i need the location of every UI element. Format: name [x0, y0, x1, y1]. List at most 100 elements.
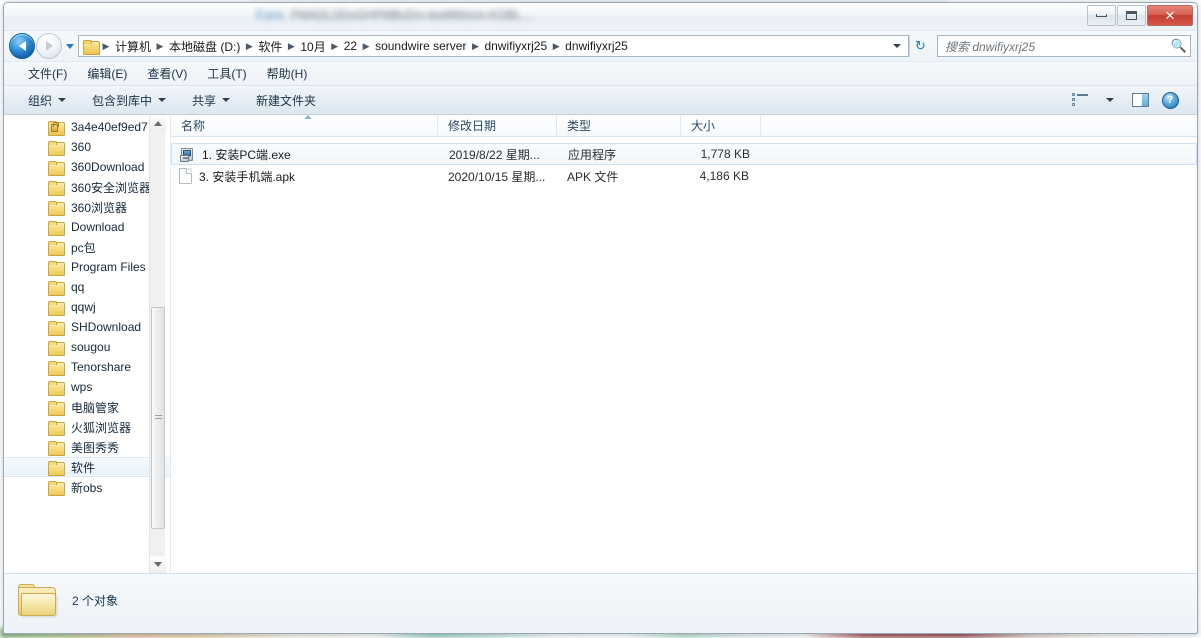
- cell-date: 2019/8/22 星期...: [439, 146, 558, 163]
- nav-item-7[interactable]: Program Files: [4, 257, 170, 277]
- folder-icon: [48, 161, 64, 174]
- chevron-down-icon: [58, 98, 66, 102]
- search-box[interactable]: 搜索 dnwifiyxrj25 🔍: [937, 35, 1191, 57]
- nav-item-6[interactable]: pc包: [4, 237, 170, 257]
- cell-date: 2020/10/15 星期...: [438, 168, 557, 185]
- nav-item-label: 360Download: [71, 160, 144, 174]
- status-bar: 2 个对象: [4, 573, 1197, 626]
- breadcrumb-item-7[interactable]: dnwifiyxrj25: [562, 38, 631, 54]
- breadcrumb-separator[interactable]: ▶: [243, 42, 255, 51]
- folder-icon: [48, 241, 64, 254]
- search-input[interactable]: 搜索 dnwifiyxrj25: [938, 38, 1168, 55]
- new-folder-button[interactable]: 新建文件夹: [248, 89, 324, 112]
- breadcrumb-item-2[interactable]: 软件: [255, 37, 285, 56]
- cell-name: 3. 安装手机端.apk: [171, 168, 438, 185]
- nav-item-label: 电脑管家: [71, 399, 119, 416]
- breadcrumb[interactable]: ▶ 计算机 ▶ 本地磁盘 (D:) ▶ 软件 ▶ 10月 ▶ 22 ▶ soun…: [78, 35, 909, 57]
- folder-icon: [48, 341, 64, 354]
- address-bar: ▶ 计算机 ▶ 本地磁盘 (D:) ▶ 软件 ▶ 10月 ▶ 22 ▶ soun…: [4, 31, 1197, 61]
- cell-type: APK 文件: [557, 168, 681, 185]
- menu-file[interactable]: 文件(F): [18, 63, 77, 84]
- nav-item-4[interactable]: 360浏览器: [4, 197, 170, 217]
- menu-tools[interactable]: 工具(T): [197, 63, 256, 84]
- nav-item-label: 360浏览器: [71, 199, 127, 216]
- nav-item-label: Tenorshare: [71, 360, 131, 374]
- breadcrumb-separator[interactable]: ▶: [100, 42, 112, 51]
- nav-item-13[interactable]: wps: [4, 377, 170, 397]
- nav-item-10[interactable]: SHDownload: [4, 317, 170, 337]
- nav-item-14[interactable]: 电脑管家: [4, 397, 170, 417]
- breadcrumb-separator[interactable]: ▶: [329, 42, 341, 51]
- nav-item-label: 新obs: [71, 479, 102, 496]
- folder-icon: [48, 321, 64, 334]
- breadcrumb-dropdown-button[interactable]: [888, 36, 906, 56]
- preview-pane-button[interactable]: [1127, 89, 1153, 111]
- nav-item-label: pc包: [71, 239, 96, 256]
- column-header-date[interactable]: 修改日期: [438, 115, 557, 136]
- nav-item-11[interactable]: sougou: [4, 337, 170, 357]
- history-dropdown-button[interactable]: [62, 33, 78, 59]
- column-header-name[interactable]: 名称: [171, 115, 438, 136]
- maximize-icon: [1126, 11, 1137, 20]
- menu-help[interactable]: 帮助(H): [257, 63, 318, 84]
- folder-icon: [48, 301, 64, 314]
- breadcrumb-item-3[interactable]: 10月: [297, 37, 328, 56]
- include-in-library-button[interactable]: 包含到库中: [84, 89, 174, 112]
- view-options-button[interactable]: [1067, 89, 1093, 111]
- search-icon[interactable]: 🔍: [1168, 38, 1190, 54]
- folder-icon: [48, 441, 64, 454]
- menu-edit[interactable]: 编辑(E): [77, 63, 137, 84]
- nav-item-9[interactable]: qqwj: [4, 297, 170, 317]
- breadcrumb-separator[interactable]: ▶: [360, 42, 372, 51]
- share-button[interactable]: 共享: [184, 89, 238, 112]
- cell-name: 1. 安装PC端.exe: [172, 146, 439, 163]
- breadcrumb-item-6[interactable]: dnwifiyxrj25: [481, 38, 550, 54]
- scrollbar-thumb[interactable]: [151, 307, 165, 529]
- nav-item-18[interactable]: 新obs: [4, 477, 170, 497]
- breadcrumb-item-4[interactable]: 22: [341, 38, 360, 54]
- cell-size: 4,186 KB: [681, 169, 761, 183]
- help-button[interactable]: ?: [1157, 89, 1183, 111]
- column-header-type[interactable]: 类型: [557, 115, 681, 136]
- nav-item-15[interactable]: 火狐浏览器: [4, 417, 170, 437]
- minimize-button[interactable]: [1087, 5, 1116, 26]
- folder-large-icon: [18, 584, 58, 617]
- nav-item-12[interactable]: Tenorshare: [4, 357, 170, 377]
- nav-item-2[interactable]: 360Download: [4, 157, 170, 177]
- table-row[interactable]: 1. 安装PC端.exe2019/8/22 星期...应用程序1,778 KB: [171, 143, 1197, 165]
- column-header-label: 大小: [691, 117, 715, 134]
- nav-item-3[interactable]: 360安全浏览器: [4, 177, 170, 197]
- nav-item-17[interactable]: 软件: [4, 457, 170, 477]
- view-options-dropdown[interactable]: [1097, 89, 1123, 111]
- nav-item-0[interactable]: 3a4e40ef9ed7: [4, 117, 170, 137]
- nav-item-8[interactable]: qq: [4, 277, 170, 297]
- nav-item-5[interactable]: Download: [4, 217, 170, 237]
- breadcrumb-item-0[interactable]: 计算机: [112, 37, 154, 56]
- breadcrumb-item-1[interactable]: 本地磁盘 (D:): [166, 37, 243, 56]
- breadcrumb-separator[interactable]: ▶: [285, 42, 297, 51]
- breadcrumb-item-5[interactable]: soundwire server: [372, 38, 469, 54]
- column-header-label: 名称: [181, 117, 205, 134]
- nav-item-16[interactable]: 美图秀秀: [4, 437, 170, 457]
- organize-label: 组织: [28, 92, 52, 109]
- forward-button[interactable]: [36, 33, 62, 59]
- back-button[interactable]: [9, 33, 35, 59]
- menu-view[interactable]: 查看(V): [137, 63, 197, 84]
- column-header-size[interactable]: 大小: [681, 115, 761, 136]
- scroll-down-button[interactable]: [150, 556, 166, 573]
- close-button[interactable]: ✕: [1147, 5, 1193, 26]
- cell-size-text: 1,778 KB: [701, 147, 750, 161]
- breadcrumb-separator[interactable]: ▶: [550, 42, 562, 51]
- explorer-window: Form PMADLDDoGHPMBsDm-bwMWmm-KGBL... ✕: [3, 2, 1198, 634]
- organize-button[interactable]: 组织: [20, 89, 74, 112]
- nav-item-1[interactable]: 360: [4, 137, 170, 157]
- maximize-button[interactable]: [1117, 5, 1146, 26]
- scroll-up-button[interactable]: [150, 115, 166, 132]
- breadcrumb-separator[interactable]: ▶: [154, 42, 166, 51]
- breadcrumb-separator[interactable]: ▶: [469, 42, 481, 51]
- title-bar[interactable]: Form PMADLDDoGHPMBsDm-bwMWmm-KGBL... ✕: [4, 3, 1197, 31]
- table-row[interactable]: 3. 安装手机端.apk2020/10/15 星期...APK 文件4,186 …: [171, 165, 1197, 187]
- navigation-scrollbar[interactable]: [149, 115, 165, 573]
- window-title-blurred: Form PMADLDDoGHPMBsDm-bwMWmm-KGBL...: [256, 8, 531, 22]
- refresh-button[interactable]: ↻: [909, 35, 931, 57]
